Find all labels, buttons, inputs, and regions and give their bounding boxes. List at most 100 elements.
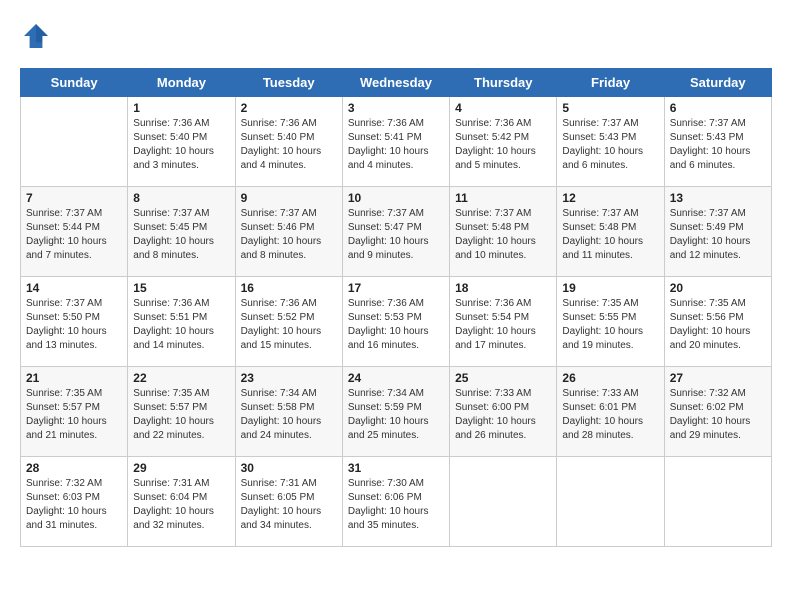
day-info: Sunrise: 7:35 AM Sunset: 5:56 PM Dayligh… xyxy=(670,297,766,353)
day-number: 25 xyxy=(455,371,551,385)
calendar-cell: 17 Sunrise: 7:36 AM Sunset: 5:53 PM Dayli… xyxy=(342,277,449,367)
day-number: 30 xyxy=(241,461,337,475)
day-info: Sunrise: 7:36 AM Sunset: 5:54 PM Dayligh… xyxy=(455,297,551,353)
day-info: Sunrise: 7:30 AM Sunset: 6:06 PM Dayligh… xyxy=(348,477,444,533)
calendar-cell: 19 Sunrise: 7:35 AM Sunset: 5:55 PM Dayli… xyxy=(557,277,664,367)
day-number: 3 xyxy=(348,101,444,115)
day-number: 1 xyxy=(133,101,229,115)
calendar-cell xyxy=(450,457,557,547)
col-header-sunday: Sunday xyxy=(21,69,128,97)
day-info: Sunrise: 7:33 AM Sunset: 6:00 PM Dayligh… xyxy=(455,387,551,443)
day-info: Sunrise: 7:37 AM Sunset: 5:47 PM Dayligh… xyxy=(348,207,444,263)
day-info: Sunrise: 7:35 AM Sunset: 5:55 PM Dayligh… xyxy=(562,297,658,353)
col-header-saturday: Saturday xyxy=(664,69,771,97)
day-info: Sunrise: 7:31 AM Sunset: 6:05 PM Dayligh… xyxy=(241,477,337,533)
day-number: 17 xyxy=(348,281,444,295)
calendar-cell: 16 Sunrise: 7:36 AM Sunset: 5:52 PM Dayli… xyxy=(235,277,342,367)
day-info: Sunrise: 7:33 AM Sunset: 6:01 PM Dayligh… xyxy=(562,387,658,443)
day-info: Sunrise: 7:32 AM Sunset: 6:02 PM Dayligh… xyxy=(670,387,766,443)
calendar-cell: 28 Sunrise: 7:32 AM Sunset: 6:03 PM Dayli… xyxy=(21,457,128,547)
day-info: Sunrise: 7:37 AM Sunset: 5:48 PM Dayligh… xyxy=(562,207,658,263)
calendar-cell: 21 Sunrise: 7:35 AM Sunset: 5:57 PM Dayli… xyxy=(21,367,128,457)
day-info: Sunrise: 7:36 AM Sunset: 5:40 PM Dayligh… xyxy=(241,117,337,173)
day-info: Sunrise: 7:36 AM Sunset: 5:53 PM Dayligh… xyxy=(348,297,444,353)
day-info: Sunrise: 7:35 AM Sunset: 5:57 PM Dayligh… xyxy=(133,387,229,443)
day-number: 12 xyxy=(562,191,658,205)
calendar-cell: 4Sunrise: 7:36 AM Sunset: 5:42 PM Daylig… xyxy=(450,97,557,187)
col-header-tuesday: Tuesday xyxy=(235,69,342,97)
logo xyxy=(20,20,56,52)
calendar-cell xyxy=(557,457,664,547)
day-number: 21 xyxy=(26,371,122,385)
calendar-cell: 6Sunrise: 7:37 AM Sunset: 5:43 PM Daylig… xyxy=(664,97,771,187)
day-info: Sunrise: 7:36 AM Sunset: 5:42 PM Dayligh… xyxy=(455,117,551,173)
day-number: 22 xyxy=(133,371,229,385)
calendar-cell: 7Sunrise: 7:37 AM Sunset: 5:44 PM Daylig… xyxy=(21,187,128,277)
calendar-cell: 30 Sunrise: 7:31 AM Sunset: 6:05 PM Dayli… xyxy=(235,457,342,547)
week-row-1: 1 Sunrise: 7:36 AM Sunset: 5:40 PM Daylig… xyxy=(21,97,772,187)
day-number: 8 xyxy=(133,191,229,205)
calendar-cell: 8Sunrise: 7:37 AM Sunset: 5:45 PM Daylig… xyxy=(128,187,235,277)
calendar-table: SundayMondayTuesdayWednesdayThursdayFrid… xyxy=(20,68,772,547)
page-header xyxy=(20,20,772,52)
day-number: 18 xyxy=(455,281,551,295)
day-info: Sunrise: 7:36 AM Sunset: 5:41 PM Dayligh… xyxy=(348,117,444,173)
week-row-2: 7Sunrise: 7:37 AM Sunset: 5:44 PM Daylig… xyxy=(21,187,772,277)
day-number: 29 xyxy=(133,461,229,475)
day-number: 24 xyxy=(348,371,444,385)
day-info: Sunrise: 7:35 AM Sunset: 5:57 PM Dayligh… xyxy=(26,387,122,443)
day-info: Sunrise: 7:36 AM Sunset: 5:52 PM Dayligh… xyxy=(241,297,337,353)
calendar-cell: 13 Sunrise: 7:37 AM Sunset: 5:49 PM Dayli… xyxy=(664,187,771,277)
calendar-cell: 24 Sunrise: 7:34 AM Sunset: 5:59 PM Dayli… xyxy=(342,367,449,457)
calendar-cell xyxy=(21,97,128,187)
day-info: Sunrise: 7:37 AM Sunset: 5:49 PM Dayligh… xyxy=(670,207,766,263)
day-number: 27 xyxy=(670,371,766,385)
calendar-cell: 23 Sunrise: 7:34 AM Sunset: 5:58 PM Dayli… xyxy=(235,367,342,457)
col-header-wednesday: Wednesday xyxy=(342,69,449,97)
day-info: Sunrise: 7:32 AM Sunset: 6:03 PM Dayligh… xyxy=(26,477,122,533)
col-header-friday: Friday xyxy=(557,69,664,97)
day-info: Sunrise: 7:37 AM Sunset: 5:46 PM Dayligh… xyxy=(241,207,337,263)
calendar-cell xyxy=(664,457,771,547)
day-number: 6 xyxy=(670,101,766,115)
calendar-cell: 15 Sunrise: 7:36 AM Sunset: 5:51 PM Dayli… xyxy=(128,277,235,367)
calendar-cell: 27 Sunrise: 7:32 AM Sunset: 6:02 PM Dayli… xyxy=(664,367,771,457)
day-number: 28 xyxy=(26,461,122,475)
calendar-cell: 31 Sunrise: 7:30 AM Sunset: 6:06 PM Dayli… xyxy=(342,457,449,547)
day-number: 16 xyxy=(241,281,337,295)
calendar-cell: 10Sunrise: 7:37 AM Sunset: 5:47 PM Dayli… xyxy=(342,187,449,277)
day-info: Sunrise: 7:34 AM Sunset: 5:58 PM Dayligh… xyxy=(241,387,337,443)
day-number: 2 xyxy=(241,101,337,115)
day-number: 20 xyxy=(670,281,766,295)
day-number: 14 xyxy=(26,281,122,295)
day-info: Sunrise: 7:37 AM Sunset: 5:48 PM Dayligh… xyxy=(455,207,551,263)
calendar-cell: 9Sunrise: 7:37 AM Sunset: 5:46 PM Daylig… xyxy=(235,187,342,277)
day-info: Sunrise: 7:36 AM Sunset: 5:40 PM Dayligh… xyxy=(133,117,229,173)
week-row-3: 14Sunrise: 7:37 AM Sunset: 5:50 PM Dayli… xyxy=(21,277,772,367)
day-info: Sunrise: 7:36 AM Sunset: 5:51 PM Dayligh… xyxy=(133,297,229,353)
calendar-cell: 5 Sunrise: 7:37 AM Sunset: 5:43 PM Daylig… xyxy=(557,97,664,187)
col-header-thursday: Thursday xyxy=(450,69,557,97)
calendar-cell: 25 Sunrise: 7:33 AM Sunset: 6:00 PM Dayli… xyxy=(450,367,557,457)
day-number: 5 xyxy=(562,101,658,115)
day-number: 11 xyxy=(455,191,551,205)
calendar-cell: 20 Sunrise: 7:35 AM Sunset: 5:56 PM Dayli… xyxy=(664,277,771,367)
day-number: 13 xyxy=(670,191,766,205)
day-number: 15 xyxy=(133,281,229,295)
calendar-cell: 26 Sunrise: 7:33 AM Sunset: 6:01 PM Dayli… xyxy=(557,367,664,457)
week-row-5: 28 Sunrise: 7:32 AM Sunset: 6:03 PM Dayli… xyxy=(21,457,772,547)
calendar-cell: 14Sunrise: 7:37 AM Sunset: 5:50 PM Dayli… xyxy=(21,277,128,367)
day-number: 19 xyxy=(562,281,658,295)
day-number: 31 xyxy=(348,461,444,475)
day-info: Sunrise: 7:31 AM Sunset: 6:04 PM Dayligh… xyxy=(133,477,229,533)
day-number: 26 xyxy=(562,371,658,385)
day-info: Sunrise: 7:37 AM Sunset: 5:43 PM Dayligh… xyxy=(562,117,658,173)
day-number: 23 xyxy=(241,371,337,385)
calendar-cell: 2 Sunrise: 7:36 AM Sunset: 5:40 PM Daylig… xyxy=(235,97,342,187)
calendar-cell: 12 Sunrise: 7:37 AM Sunset: 5:48 PM Dayli… xyxy=(557,187,664,277)
calendar-cell: 22 Sunrise: 7:35 AM Sunset: 5:57 PM Dayli… xyxy=(128,367,235,457)
day-info: Sunrise: 7:34 AM Sunset: 5:59 PM Dayligh… xyxy=(348,387,444,443)
calendar-cell: 1 Sunrise: 7:36 AM Sunset: 5:40 PM Daylig… xyxy=(128,97,235,187)
calendar-cell: 11 Sunrise: 7:37 AM Sunset: 5:48 PM Dayli… xyxy=(450,187,557,277)
day-info: Sunrise: 7:37 AM Sunset: 5:44 PM Dayligh… xyxy=(26,207,122,263)
